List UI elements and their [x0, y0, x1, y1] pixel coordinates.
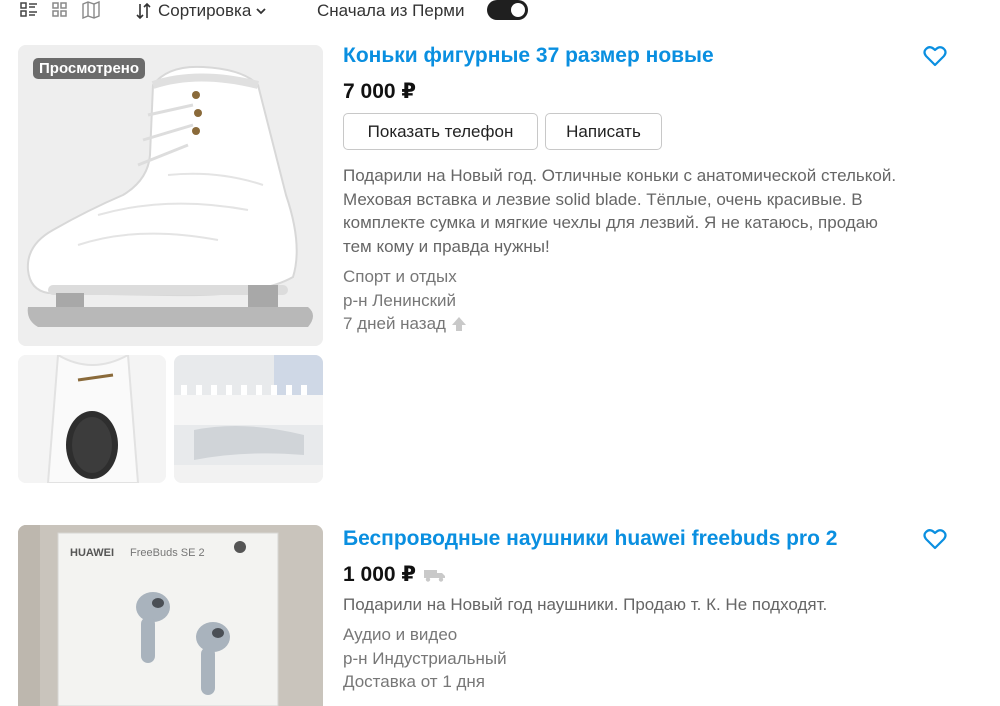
delivery-truck-icon: [424, 569, 445, 582]
viewed-badge: Просмотрено: [33, 58, 146, 79]
listing-title[interactable]: Беспроводные наушники huawei freebuds pr…: [343, 527, 837, 551]
listing-district: р-н Индустриальный: [343, 648, 507, 668]
write-message-button[interactable]: Написать: [545, 113, 662, 150]
listing-description: Подарили на Новый год. Отличные коньки с…: [343, 166, 897, 256]
listing-price: 1 000 ₽: [343, 562, 446, 587]
listing-district: р-н Ленинский: [343, 290, 457, 310]
price-value: 7 000 ₽: [343, 80, 416, 103]
huawei-freebuds-box-photo[interactable]: HUAWEI FreeBuds SE 2: [18, 525, 323, 706]
listing-category: Спорт и отдых: [343, 267, 457, 286]
listing-title[interactable]: Коньки фигурные 37 размер новые: [343, 44, 714, 68]
grid-view-icon[interactable]: [51, 1, 69, 19]
white-figure-skate-photo[interactable]: [18, 45, 323, 346]
listing-category: Аудио и видео: [343, 625, 458, 644]
heart-icon[interactable]: [923, 528, 947, 550]
box-brand-text: HUAWEI: [70, 547, 114, 559]
perm-first-toggle[interactable]: [487, 0, 528, 20]
skate-inside-photo[interactable]: [18, 355, 166, 483]
sort-dropdown[interactable]: Сортировка: [136, 0, 267, 22]
sort-icon: [136, 2, 151, 20]
listing-meta: Аудио и видео р-н Индустриальный Доставк…: [343, 623, 507, 694]
listing-meta: Спорт и отдых р-н Ленинский 7 дней назад: [343, 265, 467, 336]
price-value: 1 000 ₽: [343, 563, 416, 586]
listing-date-row: 7 дней назад: [343, 312, 467, 336]
listing-delivery: Доставка от 1 дня: [343, 672, 486, 691]
heart-icon[interactable]: [923, 45, 947, 67]
view-toolbar: Сортировка Сначала из Перми: [0, 0, 1000, 22]
list-view-icon[interactable]: [20, 1, 38, 19]
skate-blade-covers-photo[interactable]: [174, 355, 323, 483]
chevron-down-icon: [256, 8, 266, 15]
boost-arrow-icon: [451, 316, 466, 331]
sort-label: Сортировка: [158, 1, 252, 20]
map-view-icon[interactable]: [82, 1, 100, 19]
perm-first-label: Сначала из Перми: [317, 1, 465, 20]
listing-description: Подарили на Новый год наушники. Продаю т…: [343, 595, 828, 614]
show-phone-button[interactable]: Показать телефон: [343, 113, 538, 150]
listing-price: 7 000 ₽: [343, 79, 416, 104]
box-model-text: FreeBuds SE 2: [130, 547, 205, 559]
listing-date: 7 дней назад: [343, 314, 446, 333]
